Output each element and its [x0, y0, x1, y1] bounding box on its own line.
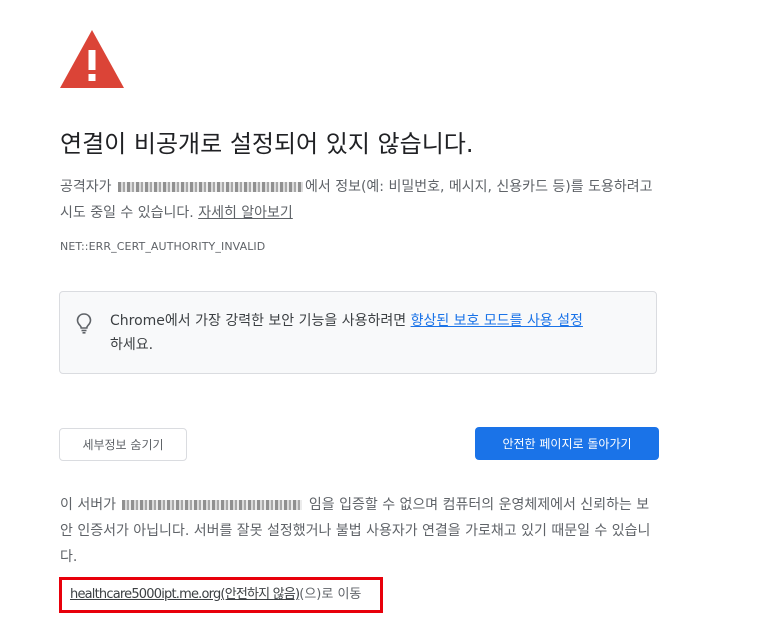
details-prefix: 이 서버가 — [60, 497, 116, 513]
warning-description: 공격자가 에서 정보(예: 비밀번호, 메시지, 신용카드 등)를 도용하려고 … — [60, 174, 660, 226]
proceed-unsafe-link[interactable]: healthcare5000ipt.me.org(안전하지 않음)(으)로 이동 — [70, 585, 361, 605]
redacted-host — [122, 500, 303, 510]
description-prefix: 공격자가 — [60, 179, 112, 195]
error-code: NET::ERR_CERT_AUTHORITY_INVALID — [60, 240, 266, 253]
hide-details-button[interactable]: 세부정보 숨기기 — [59, 428, 187, 461]
enhanced-protection-link[interactable]: 향상된 보호 모드를 사용 설정 — [411, 313, 583, 329]
details-explanation: 이 서버가 임을 입증할 수 없으며 컴퓨터의 운영체제에서 신뢰하는 보안 인… — [60, 492, 660, 570]
learn-more-link[interactable]: 자세히 알아보기 — [198, 205, 293, 221]
proceed-host[interactable]: healthcare5000ipt.me.org(안전하지 않음) — [70, 587, 300, 602]
back-to-safety-button[interactable]: 안전한 페이지로 돌아가기 — [475, 427, 659, 460]
enhanced-protection-box: Chrome에서 가장 강력한 보안 기능을 사용하려면 향상된 보호 모드를 … — [59, 291, 657, 374]
redacted-host — [117, 182, 303, 192]
lightbulb-icon — [76, 313, 92, 334]
proceed-highlight-box: healthcare5000ipt.me.org(안전하지 않음)(으)로 이동 — [59, 577, 383, 613]
enhanced-protection-text: Chrome에서 가장 강력한 보안 기능을 사용하려면 향상된 보호 모드를 … — [110, 309, 650, 357]
warning-triangle-icon — [60, 30, 124, 88]
proceed-suffix: (으)로 이동 — [299, 587, 362, 602]
info-suffix: 하세요. — [110, 337, 154, 353]
page-title: 연결이 비공개로 설정되어 있지 않습니다. — [60, 130, 474, 158]
interstitial-page: 연결이 비공개로 설정되어 있지 않습니다. 공격자가 에서 정보(예: 비밀번… — [0, 0, 783, 632]
info-prefix: Chrome에서 가장 강력한 보안 기능을 사용하려면 — [110, 313, 407, 329]
